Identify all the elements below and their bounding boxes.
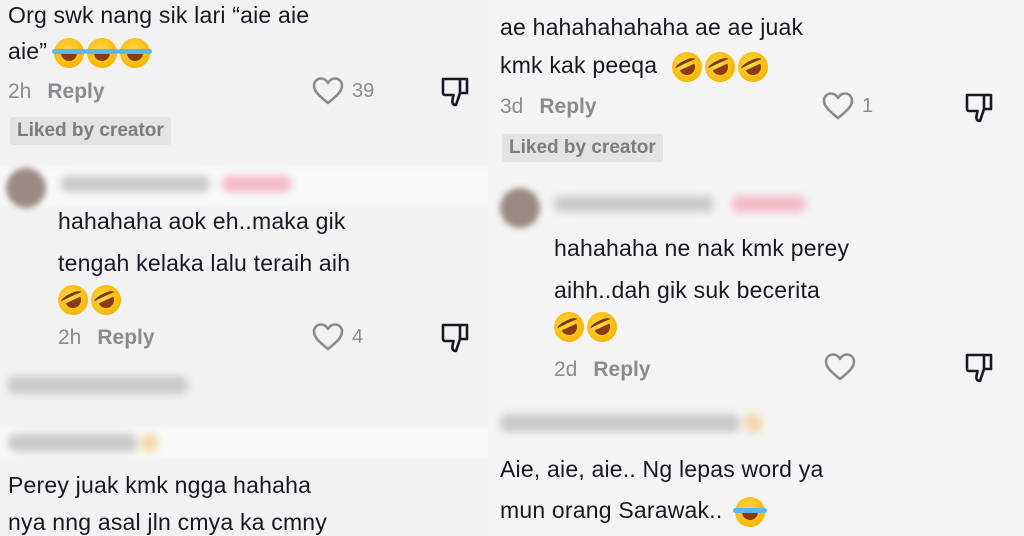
comment-text-line: kmk kak peeqa [500, 46, 773, 87]
avatar[interactable] [6, 168, 46, 208]
like-button[interactable]: 4 [312, 322, 363, 352]
redacted-emoji [744, 414, 762, 432]
like-count: 1 [862, 94, 874, 117]
redacted-username [8, 434, 138, 452]
reply-meta: 2d Reply [554, 358, 651, 382]
comment-text-line: nya nng asal jln cmya ka cmny [8, 509, 327, 535]
reply-button[interactable]: Reply [97, 326, 154, 350]
heart-icon [824, 353, 856, 381]
comment-text-fragment: mun orang Sarawak.. [500, 497, 723, 523]
timestamp: 3d [500, 95, 524, 118]
reply-button[interactable]: Reply [539, 95, 596, 119]
redacted-username [554, 196, 714, 212]
thumbs-down-icon[interactable] [440, 76, 470, 108]
comment-text-line: ae hahahahahaha ae ae juak [500, 14, 804, 40]
rolling-laughing-emoji-icon [53, 280, 93, 320]
comment-text-fragment: kmk kak peeqa [500, 52, 658, 78]
thumbs-down-icon[interactable] [964, 92, 994, 124]
reply-text-line: tengah kelaka lalu teraih aih [58, 250, 351, 276]
comment-text-line: aie” [8, 32, 153, 70]
reply-text-line: hahahaha ne nak kmk perey [554, 235, 850, 261]
emoji-row [53, 280, 126, 320]
timestamp: 2h [8, 80, 32, 103]
timestamp: 2d [554, 358, 578, 381]
liked-by-creator-badge: Liked by creator [10, 117, 171, 145]
like-count: 39 [352, 79, 375, 102]
heart-icon [822, 92, 854, 120]
like-button[interactable]: 1 [822, 91, 873, 121]
tears-of-joy-emoji-icon [733, 496, 768, 527]
reply-button[interactable]: Reply [47, 80, 104, 104]
liked-by-creator-badge: Liked by creator [502, 134, 663, 162]
reply-text-line: aihh..dah gik suk becerita [554, 277, 821, 303]
avatar[interactable] [500, 188, 540, 228]
comment-text-line: Aie, aie, aie.. Ng lepas word ya [500, 456, 824, 482]
thumbs-down-icon[interactable] [440, 322, 470, 354]
reply-meta: 2h Reply [58, 326, 155, 350]
comment-meta: 2h Reply [8, 80, 105, 104]
rolling-laughing-emoji-icon [549, 307, 589, 347]
right-comment-panel: ae hahahahahaha ae ae juak kmk kak peeqa… [488, 0, 1024, 536]
comment-text-line: Perey juak kmk ngga hahaha [8, 472, 312, 498]
comment-text-fragment: aie” [8, 38, 48, 64]
emoji-row [549, 307, 622, 347]
tears-of-joy-emoji-icon [51, 37, 86, 68]
redacted-creator-tag [732, 196, 806, 212]
comment-text-line: Org swk nang sik lari “aie aie [8, 2, 310, 28]
like-count: 4 [352, 325, 364, 348]
redacted-username [500, 414, 740, 432]
left-comment-panel: Org swk nang sik lari “aie aie aie” 2h R… [0, 0, 498, 536]
rolling-laughing-emoji-icon [666, 46, 707, 87]
redacted-emoji [140, 434, 158, 452]
redacted-view-replies [8, 376, 188, 394]
timestamp: 2h [58, 326, 82, 349]
comment-text-line: mun orang Sarawak.. [500, 491, 768, 529]
redacted-username [60, 176, 210, 192]
rolling-laughing-emoji-icon [732, 46, 773, 87]
reply-text-line: hahahaha aok eh..maka gik [58, 208, 346, 234]
rolling-laughing-emoji-icon [582, 307, 622, 347]
rolling-laughing-emoji-icon [86, 280, 126, 320]
thumbs-down-icon[interactable] [964, 352, 994, 384]
redacted-creator-tag [222, 176, 292, 192]
reply-button[interactable]: Reply [593, 358, 650, 382]
like-button[interactable]: 39 [312, 76, 374, 106]
like-button[interactable] [824, 352, 856, 382]
tears-of-joy-emoji-icon [84, 37, 119, 68]
heart-icon [312, 77, 344, 105]
comment-meta: 3d Reply [500, 95, 597, 119]
rolling-laughing-emoji-icon [699, 46, 740, 87]
heart-icon [312, 323, 344, 351]
tears-of-joy-emoji-icon [117, 37, 152, 68]
